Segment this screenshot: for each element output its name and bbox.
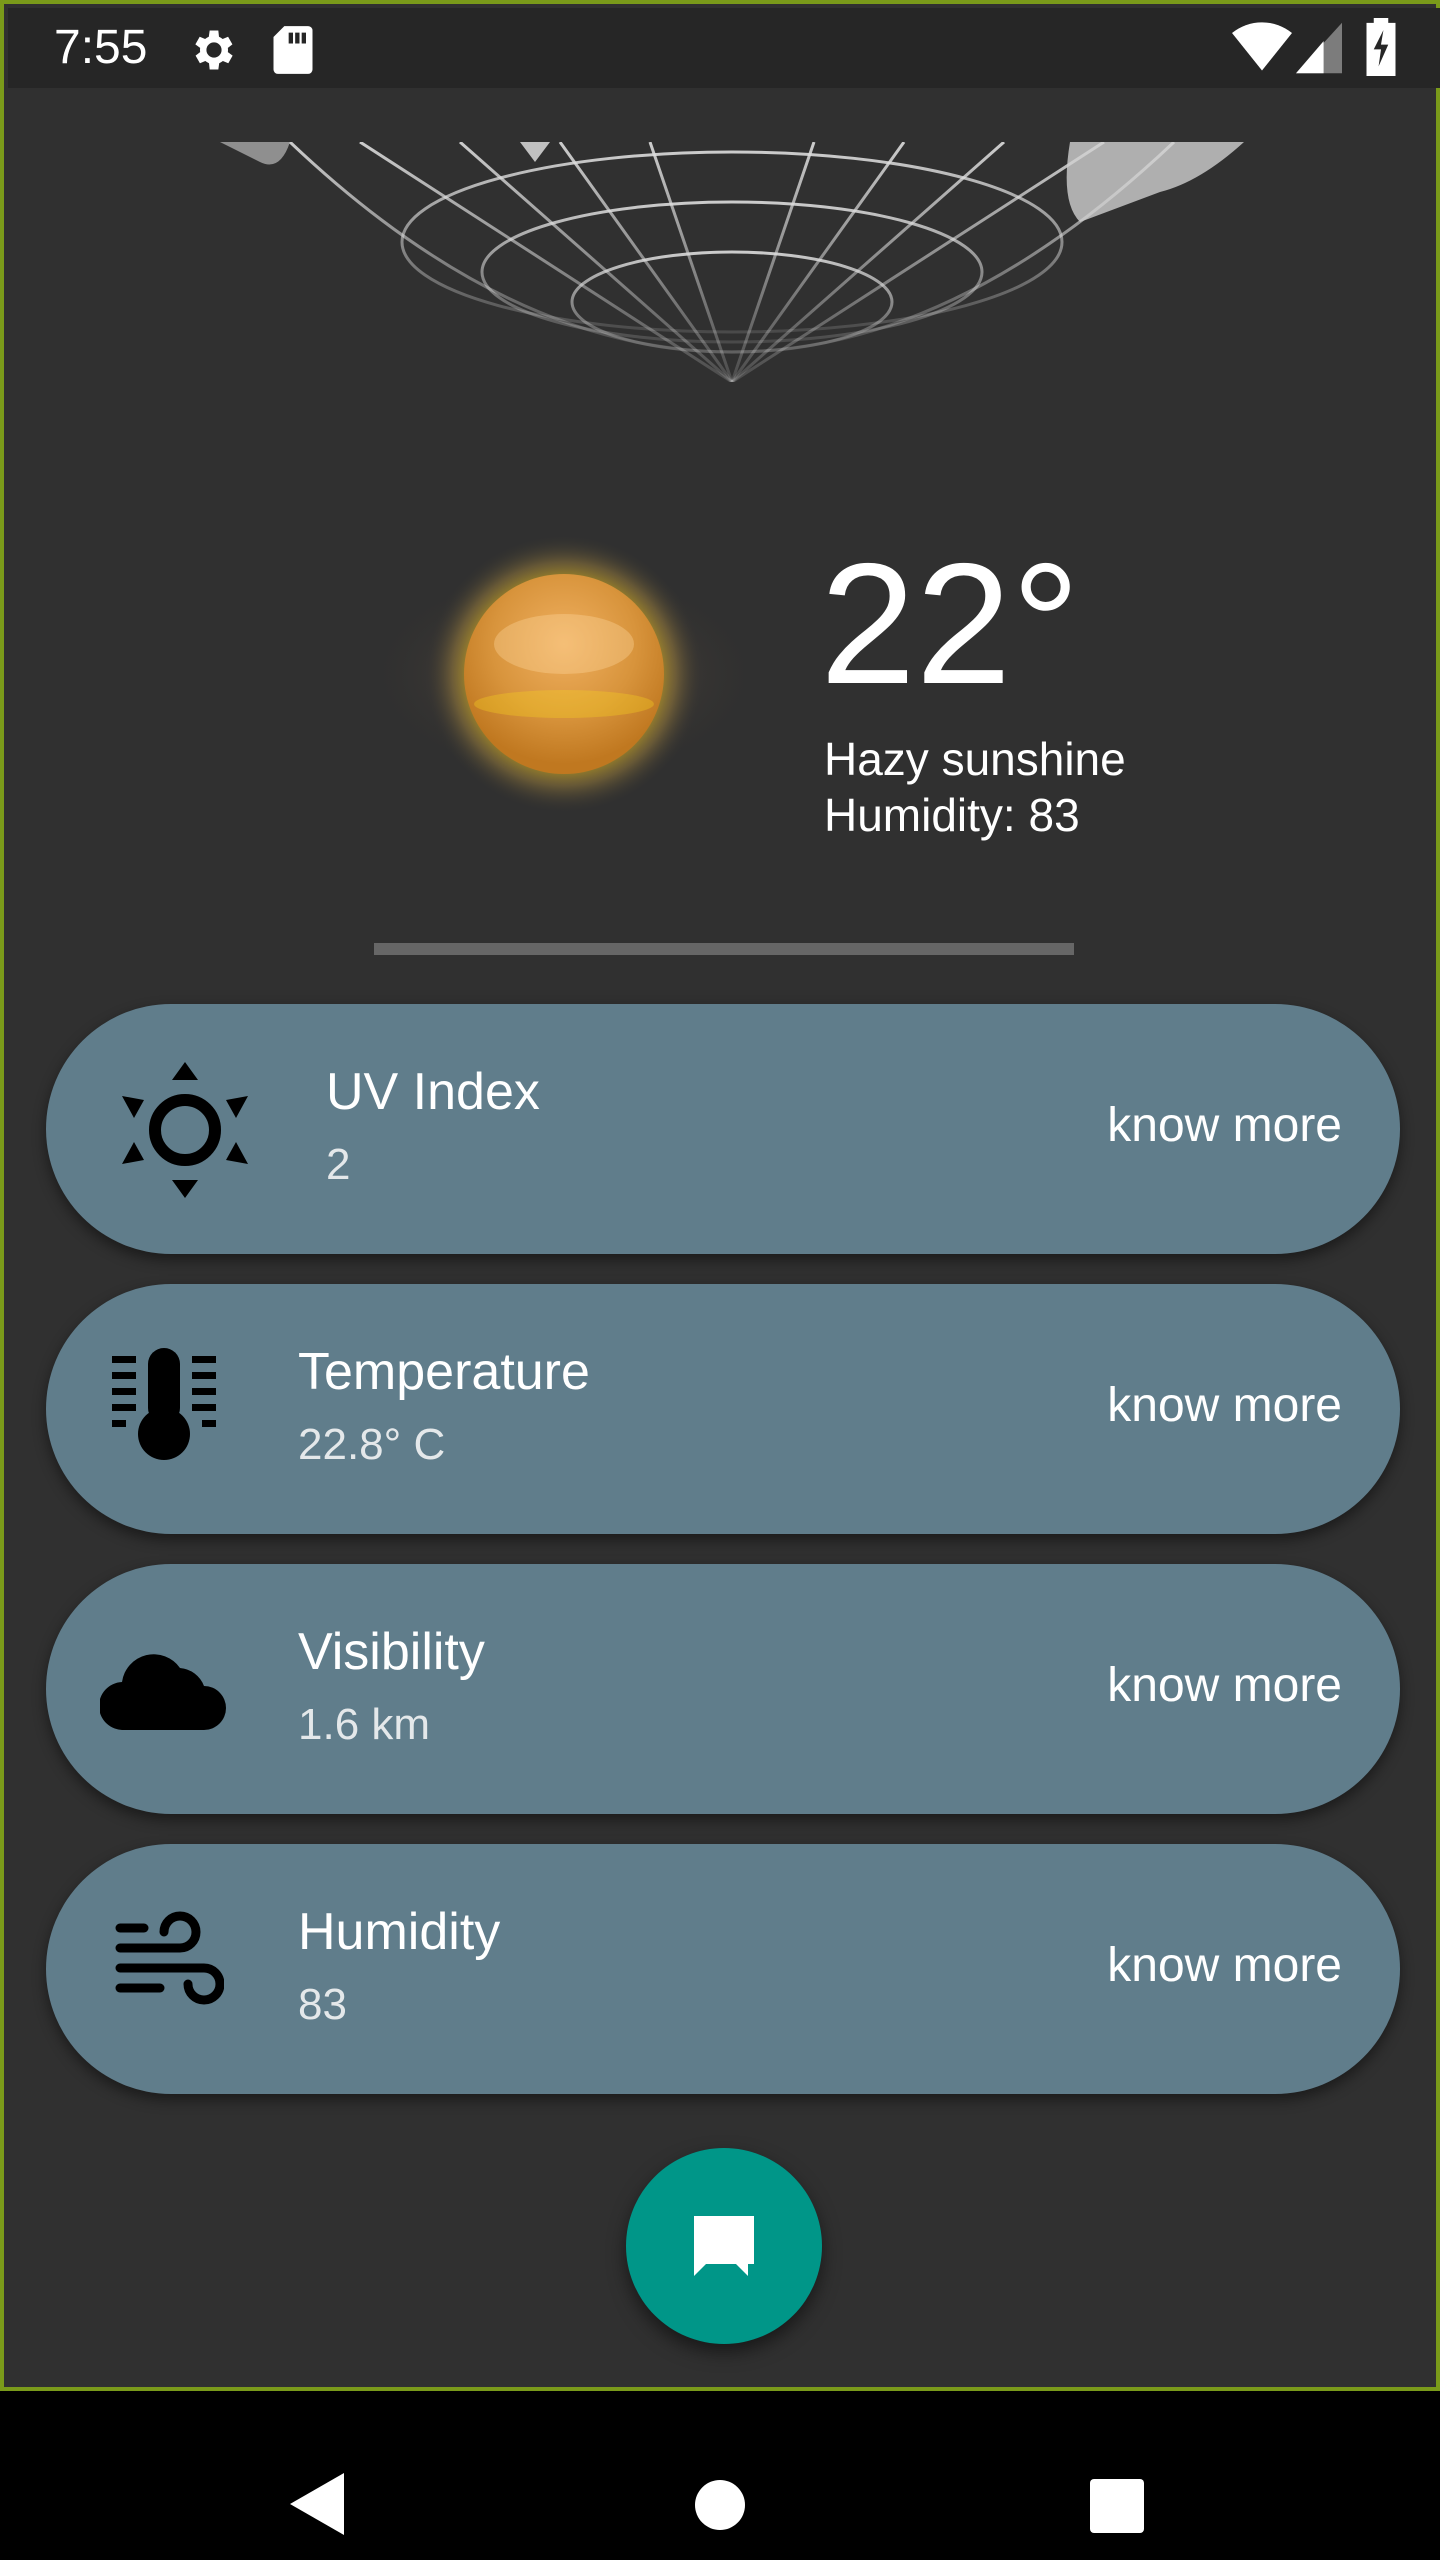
card-value: 1.6 km [298,1700,431,1749]
uv-sun-icon [120,1060,250,1205]
visibility-card[interactable]: Visibility 1.6 km know more [46,1564,1400,1814]
know-more-button[interactable]: know more [1107,1938,1342,1993]
settings-icon [188,24,240,81]
recents-icon[interactable] [1090,2479,1144,2538]
sd-card-icon [270,24,316,81]
card-title: Humidity [298,1903,501,1961]
wind-icon [114,1908,225,2025]
wifi-icon [1232,22,1292,79]
card-title: Temperature [298,1343,590,1401]
current-temperature: 22° [820,528,1081,720]
cloud-icon [98,1646,228,1735]
chat-fab-button[interactable] [626,2148,822,2344]
weather-condition: Hazy sunshine [824,733,1126,785]
know-more-button[interactable]: know more [1107,1378,1342,1433]
card-value: 83 [298,1980,347,2029]
card-value: 2 [326,1140,351,1189]
battery-charging-icon [1364,18,1398,81]
divider [374,943,1074,955]
uv-index-card[interactable]: UV Index 2 know more [46,1004,1400,1254]
know-more-button[interactable]: know more [1107,1098,1342,1153]
thermometer-icon [112,1348,216,1467]
humidity-summary: Humidity: 83 [824,789,1080,841]
status-time: 7:55 [54,21,148,74]
know-more-button[interactable]: know more [1107,1658,1342,1713]
card-title: Visibility [298,1623,485,1681]
status-bar: 7:55 [8,8,1440,88]
signal-icon [1296,22,1342,79]
back-icon[interactable] [290,2473,344,2540]
chat-icon [688,2210,760,2287]
app-frame: 7:55 22° Hazy sunshine Humidity: 83 UV I… [0,0,1440,2391]
globe-wireframe-image [220,140,1244,384]
temperature-card[interactable]: Temperature 22.8° C know more [46,1284,1400,1534]
humidity-card[interactable]: Humidity 83 know more [46,1844,1400,2094]
home-icon[interactable] [694,2479,746,2536]
hazy-sun-icon [364,524,764,824]
system-nav-bar [0,2391,1440,2560]
card-title: UV Index [326,1063,540,1121]
card-value: 22.8° C [298,1420,446,1469]
